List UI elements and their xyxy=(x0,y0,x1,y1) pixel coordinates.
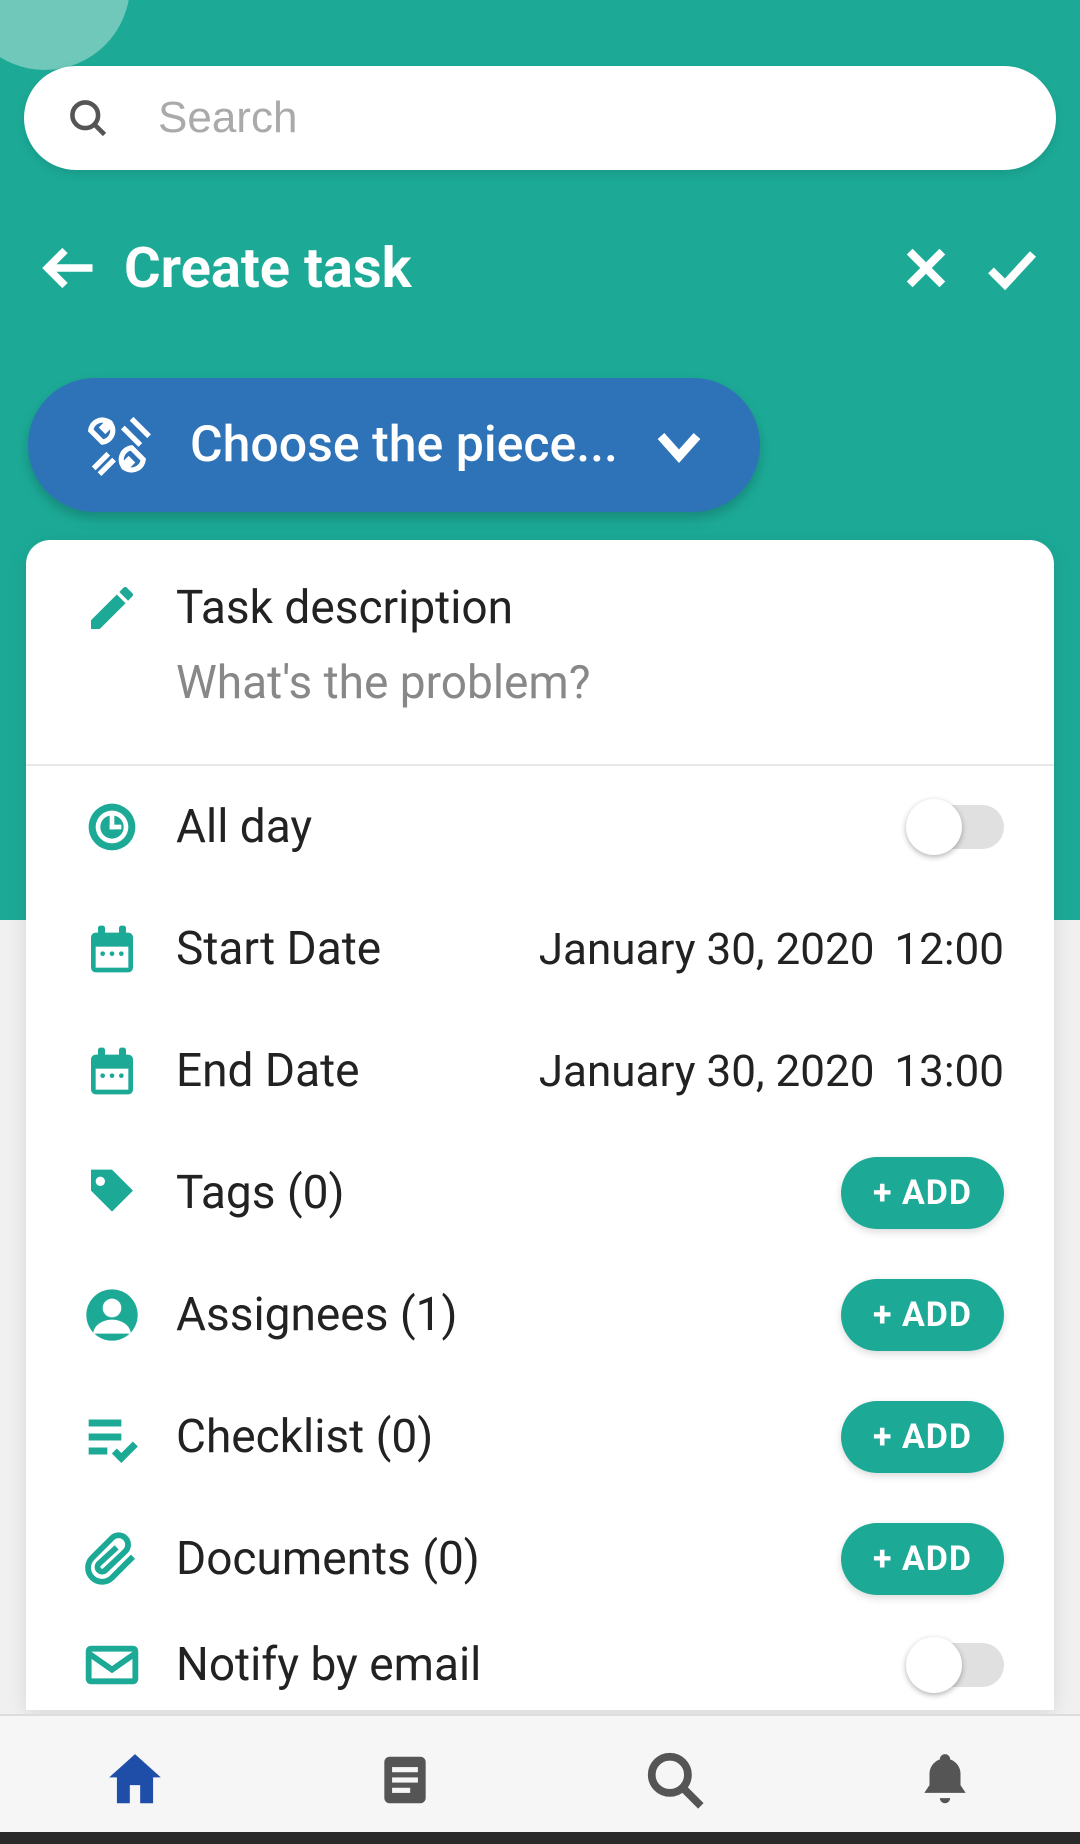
search-input[interactable] xyxy=(158,93,1014,143)
calendar-icon xyxy=(84,921,140,977)
tags-row: Tags (0) + ADD xyxy=(26,1132,1054,1254)
search-icon xyxy=(66,96,110,140)
page-title: Create task xyxy=(124,235,868,301)
nav-home[interactable] xyxy=(0,1716,270,1844)
close-icon[interactable] xyxy=(898,240,954,296)
paperclip-icon xyxy=(84,1531,140,1587)
start-date-row[interactable]: Start Date January 30, 2020 12:00 xyxy=(26,888,1054,1010)
end-time-value[interactable]: 13:00 xyxy=(894,1045,1004,1097)
nav-list[interactable] xyxy=(270,1716,540,1844)
documents-label: Documents (0) xyxy=(176,1532,841,1586)
task-form-card: Task description What's the problem? All… xyxy=(26,540,1054,1710)
search-icon xyxy=(644,1749,706,1811)
description-section: Task description What's the problem? xyxy=(26,540,1054,764)
bottom-navigation xyxy=(0,1714,1080,1844)
nav-search[interactable] xyxy=(540,1716,810,1844)
search-bar[interactable] xyxy=(24,66,1056,170)
notify-toggle[interactable] xyxy=(910,1643,1004,1687)
add-assignee-button[interactable]: + ADD xyxy=(841,1279,1004,1351)
clock-icon xyxy=(84,799,140,855)
checklist-label: Checklist (0) xyxy=(176,1410,841,1464)
assignees-row: Assignees (1) + ADD xyxy=(26,1254,1054,1376)
add-checklist-button[interactable]: + ADD xyxy=(841,1401,1004,1473)
checklist-icon xyxy=(84,1409,140,1465)
notify-row: Notify by email xyxy=(26,1620,1054,1710)
tags-label: Tags (0) xyxy=(176,1166,841,1220)
tools-icon xyxy=(82,410,152,480)
checklist-row: Checklist (0) + ADD xyxy=(26,1376,1054,1498)
nav-notifications[interactable] xyxy=(810,1716,1080,1844)
list-icon xyxy=(374,1749,436,1811)
chevron-down-icon xyxy=(652,418,706,472)
person-icon xyxy=(84,1287,140,1343)
screen-header: Create task xyxy=(40,235,1040,301)
notify-label: Notify by email xyxy=(176,1638,910,1692)
confirm-check-icon[interactable] xyxy=(984,240,1040,296)
start-date-label: Start Date xyxy=(176,922,539,976)
documents-row: Documents (0) + ADD xyxy=(26,1498,1054,1620)
all-day-toggle[interactable] xyxy=(910,805,1004,849)
add-tag-button[interactable]: + ADD xyxy=(841,1157,1004,1229)
app-root: Create task Choose the piece... Task des… xyxy=(0,0,1080,1844)
add-document-button[interactable]: + ADD xyxy=(841,1523,1004,1595)
all-day-row: All day xyxy=(26,766,1054,888)
calendar-icon xyxy=(84,1043,140,1099)
all-day-label: All day xyxy=(176,800,910,854)
description-input[interactable]: What's the problem? xyxy=(176,656,1004,710)
mail-icon xyxy=(84,1637,140,1693)
back-arrow-icon[interactable] xyxy=(40,238,100,298)
description-label: Task description xyxy=(176,581,513,635)
end-date-label: End Date xyxy=(176,1044,539,1098)
end-date-row[interactable]: End Date January 30, 2020 13:00 xyxy=(26,1010,1054,1132)
home-icon xyxy=(104,1749,166,1811)
equipment-selector[interactable]: Choose the piece... xyxy=(28,378,760,512)
tag-icon xyxy=(84,1165,140,1221)
bell-icon xyxy=(914,1749,976,1811)
end-date-value[interactable]: January 30, 2020 xyxy=(539,1045,875,1097)
start-date-value[interactable]: January 30, 2020 xyxy=(539,923,875,975)
phone-nav-bar xyxy=(0,1832,1080,1844)
start-time-value[interactable]: 12:00 xyxy=(894,923,1004,975)
assignees-label: Assignees (1) xyxy=(176,1288,841,1342)
equipment-selector-label: Choose the piece... xyxy=(190,416,618,474)
pencil-icon xyxy=(84,580,140,636)
